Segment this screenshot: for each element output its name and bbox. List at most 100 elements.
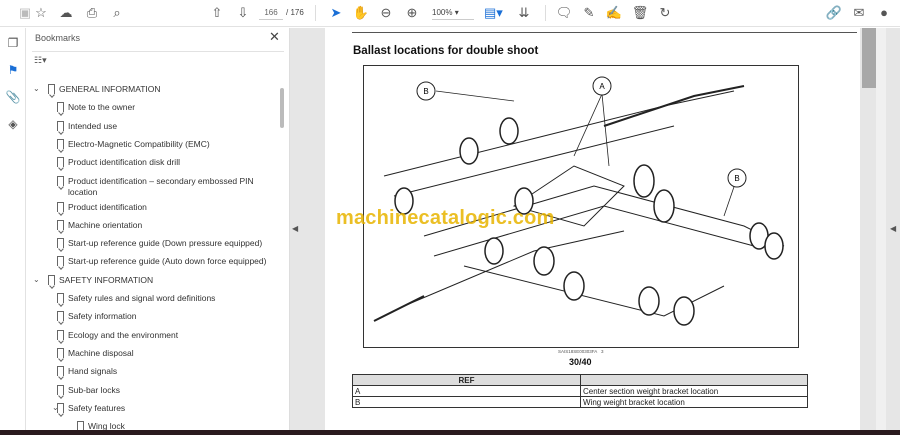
divider — [32, 51, 284, 52]
page-thumbnails-icon[interactable]: ❐ — [5, 36, 21, 52]
page-number-input[interactable]: 166 — [259, 6, 283, 20]
bookmark-item[interactable]: Electro-Magnetic Compatibility (EMC) — [26, 138, 276, 154]
zoom-value: 100% — [432, 8, 453, 17]
bookmark-label: Ecology and the environment — [68, 329, 179, 340]
column-header — [580, 374, 808, 386]
bookmark-item[interactable]: Machine disposal — [26, 347, 276, 363]
bookmark-item[interactable]: Machine orientation — [26, 219, 276, 235]
bookmark-label: Sub-bar locks — [68, 384, 120, 395]
header-rule — [352, 32, 857, 33]
table-cell: B — [352, 396, 581, 408]
rotate-icon[interactable]: ↻ — [656, 5, 674, 21]
comment-icon[interactable]: 🗨 — [555, 5, 573, 21]
panel-scrollbar[interactable] — [280, 88, 284, 128]
watermark: machinecatalogic.com — [336, 207, 555, 229]
bookmark-label: SAFETY INFORMATION — [59, 274, 154, 285]
bookmark-label: Intended use — [68, 120, 118, 131]
column-header: REF — [352, 374, 581, 386]
figure-code-text: SAIS18SE00303FA — [558, 349, 598, 354]
share-link-icon[interactable]: 🔗 — [825, 5, 843, 21]
table-cell: Wing weight bracket location — [580, 396, 808, 408]
bookmark-item[interactable]: ⌄ Safety features — [26, 402, 276, 418]
bookmark-item[interactable]: Ecology and the environment — [26, 329, 276, 345]
close-icon[interactable]: ✕ — [269, 29, 280, 45]
hand-tool-icon[interactable]: ✋ — [352, 5, 370, 21]
bookmark-item[interactable]: Product identification disk drill — [26, 156, 276, 172]
bookmark-item[interactable]: ⌄ SAFETY INFORMATION — [26, 274, 276, 290]
print-icon[interactable]: ⎙ — [83, 5, 101, 21]
bookmark-item[interactable]: Start-up reference guide (Auto down forc… — [26, 255, 276, 271]
bookmark-icon — [57, 329, 64, 340]
bookmark-label: Start-up reference guide (Down pressure … — [68, 238, 263, 249]
search-icon[interactable]: ⌕ — [108, 5, 126, 21]
bookmark-label: Hand signals — [68, 366, 118, 377]
chevron-down-icon[interactable]: ⌄ — [33, 274, 40, 286]
bookmark-icon — [57, 238, 64, 249]
bookmark-label: Safety features — [68, 402, 126, 413]
sign-icon[interactable]: ✍ — [605, 5, 623, 21]
figure-number: 30/40 — [569, 357, 592, 367]
expand-right-panel-arrow-icon[interactable]: ◀ — [890, 224, 896, 233]
left-rail: ❐ ⚑ 📎 ◈ — [0, 28, 26, 430]
bookmark-star-icon[interactable]: ☆ — [32, 5, 50, 21]
bookmarks-icon[interactable]: ⚑ — [5, 63, 21, 79]
bookmark-item[interactable]: Safety rules and signal word definitions — [26, 292, 276, 308]
bookmark-label: Machine disposal — [68, 347, 134, 358]
attachments-icon[interactable]: 📎 — [5, 90, 21, 106]
chevron-down-icon[interactable]: ⌄ — [33, 83, 40, 95]
section-heading: Ballast locations for double shoot — [353, 45, 539, 57]
bookmark-icon — [57, 175, 64, 186]
page-scrollbar-thumb[interactable] — [862, 28, 876, 88]
scrollbar[interactable] — [876, 28, 886, 430]
next-page-icon[interactable]: ⇩ — [234, 5, 252, 21]
bookmark-label: Product identification — [68, 201, 147, 212]
bookmark-icon — [57, 219, 64, 230]
zoom-out-icon[interactable]: ⊖ — [377, 5, 395, 21]
upload-cloud-icon[interactable]: ☁ — [57, 5, 75, 21]
bookmarks-panel: Bookmarks ✕ ☷▾ ⌄ GENERAL INFORMATION Note … — [26, 28, 290, 432]
page-total: / 176 — [286, 8, 304, 17]
scroll-mode-icon[interactable]: ⇊ — [515, 5, 533, 21]
zoom-in-icon[interactable]: ⊕ — [403, 5, 421, 21]
bookmark-icon — [57, 120, 64, 131]
bookmark-label: Note to the owner — [68, 102, 136, 113]
bookmark-icon — [48, 84, 55, 94]
bookmark-item[interactable]: Intended use — [26, 120, 276, 136]
callout-b: B — [423, 87, 428, 96]
taskbar-edge — [0, 430, 900, 435]
previous-page-icon[interactable]: ⇧ — [208, 5, 226, 21]
collapse-panel-arrow-icon[interactable]: ◀ — [292, 224, 298, 233]
bookmark-item[interactable]: Product identification — [26, 201, 276, 217]
page-fit-icon[interactable]: ▤▾ — [484, 5, 503, 21]
email-icon[interactable]: ✉ — [850, 5, 868, 21]
bookmark-item[interactable]: Start-up reference guide (Down pressure … — [26, 237, 276, 253]
account-icon[interactable]: ● — [875, 5, 893, 21]
zoom-select[interactable]: 100% ▾ — [432, 6, 474, 20]
divider — [545, 5, 546, 21]
callout-b: B — [734, 174, 739, 183]
layers-icon[interactable]: ◈ — [5, 117, 21, 133]
bookmark-label: Machine orientation — [68, 219, 143, 230]
reference-table: REF A Center section weight bracket locat… — [352, 374, 808, 408]
delete-icon[interactable]: 🗑 — [631, 5, 649, 21]
bookmark-item[interactable]: Product identification – secondary embos… — [26, 175, 276, 197]
bookmark-icon — [57, 102, 64, 113]
bookmark-item[interactable]: ⌄ GENERAL INFORMATION — [26, 83, 276, 99]
bookmark-options-button[interactable]: ☷▾ — [34, 55, 56, 68]
bookmark-label: Electro-Magnetic Compatibility (EMC) — [68, 138, 210, 149]
bookmark-icon — [57, 201, 64, 212]
bookmark-item[interactable]: Safety information — [26, 310, 276, 326]
select-cursor-icon[interactable]: ➤ — [327, 5, 345, 21]
bookmark-icon — [57, 311, 64, 322]
bookmark-item[interactable]: Hand signals — [26, 365, 276, 381]
highlight-pen-icon[interactable]: ✎ — [580, 5, 598, 21]
bookmark-label: Safety rules and signal word definitions — [68, 293, 216, 303]
bookmark-icon — [57, 256, 64, 267]
bookmark-item[interactable]: Note to the owner — [26, 101, 276, 117]
panel-title: Bookmarks — [35, 33, 81, 43]
figure-index: 3 — [601, 349, 604, 354]
bookmark-label-line2: location — [68, 186, 98, 197]
bookmark-icon — [57, 157, 64, 168]
bookmark-label: GENERAL INFORMATION — [59, 84, 161, 94]
bookmark-item[interactable]: Sub-bar locks — [26, 384, 276, 400]
